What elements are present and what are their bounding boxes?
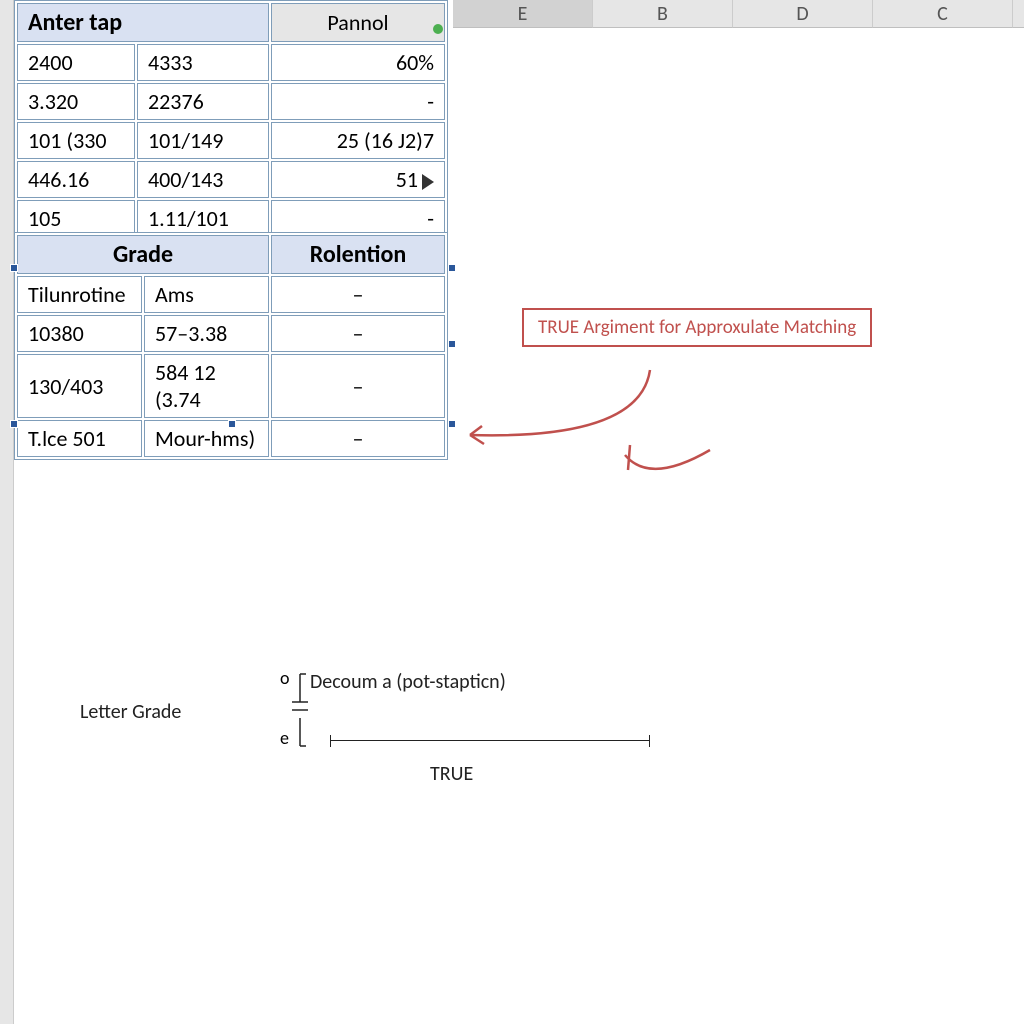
decoum-label: Decoum a (pot-stapticn) xyxy=(310,670,506,694)
table-row[interactable]: 2400 4333 60% xyxy=(17,44,445,81)
cell[interactable]: 400/143 xyxy=(137,161,269,198)
annotation-callout: TRUE Argiment for Approxulate Matching xyxy=(522,308,872,347)
selection-handle-icon[interactable] xyxy=(448,340,456,348)
cell[interactable]: 101/149 xyxy=(137,122,269,159)
range-line-icon xyxy=(330,740,650,741)
cell[interactable]: – xyxy=(271,354,445,418)
table1-header-pannol: Pannol xyxy=(271,3,445,42)
o-label: o xyxy=(280,667,290,689)
cell[interactable]: 2400 xyxy=(17,44,135,81)
column-header-b[interactable]: B xyxy=(593,0,733,28)
cell[interactable]: 3.320 xyxy=(17,83,135,120)
cell[interactable]: – xyxy=(271,276,445,313)
table-row[interactable]: 3.320 22376 - xyxy=(17,83,445,120)
selection-handle-icon[interactable] xyxy=(448,264,456,272)
table-row[interactable]: 130/403 584 12 (3.74 – xyxy=(17,354,445,418)
table-row[interactable]: Tilunrotine Ams – xyxy=(17,276,445,313)
selection-handle-icon[interactable] xyxy=(228,420,236,428)
cell[interactable]: 57–3.38 xyxy=(144,315,269,352)
column-header-d[interactable]: D xyxy=(733,0,873,28)
cell[interactable]: – xyxy=(271,420,445,457)
selection-handle-icon[interactable] xyxy=(10,264,18,272)
cell[interactable]: - xyxy=(271,83,445,120)
column-header-c[interactable]: C xyxy=(873,0,1013,28)
selection-handle-icon[interactable] xyxy=(10,420,18,428)
table2-header-grade: Grade xyxy=(17,235,269,274)
cell[interactable]: 22376 xyxy=(137,83,269,120)
table-row[interactable]: 446.16 400/143 51 xyxy=(17,161,445,198)
cell[interactable]: 584 12 (3.74 xyxy=(144,354,269,418)
cell[interactable]: T.lce 501 xyxy=(17,420,142,457)
data-table-1[interactable]: Anter tap Pannol 2400 4333 60% 3.320 223… xyxy=(14,0,448,240)
cell[interactable]: 51 xyxy=(271,161,445,198)
play-icon xyxy=(422,174,434,190)
table-row[interactable]: 10380 57–3.38 – xyxy=(17,315,445,352)
cell-comment-indicator-icon[interactable] xyxy=(433,24,443,34)
cell[interactable]: 130/403 xyxy=(17,354,142,418)
cell[interactable]: Tilunrotine xyxy=(17,276,142,313)
brace-icon: o e xyxy=(280,666,320,756)
letter-grade-label: Letter Grade xyxy=(80,700,181,724)
cell[interactable]: – xyxy=(271,315,445,352)
table-row[interactable]: 101 (330 101/149 25 (16 J2)7 xyxy=(17,122,445,159)
e-label: e xyxy=(280,727,289,749)
row-gutter xyxy=(0,0,14,1024)
true-label: TRUE xyxy=(430,762,473,786)
cell[interactable]: 10380 xyxy=(17,315,142,352)
column-header-k[interactable]: K xyxy=(1013,0,1024,28)
cell[interactable]: 4333 xyxy=(137,44,269,81)
cell[interactable]: 101 (330 xyxy=(17,122,135,159)
cell[interactable]: Mour-hms) xyxy=(144,420,269,457)
table1-header-antertap: Anter tap xyxy=(17,3,269,42)
cell[interactable]: 25 (16 J2)7 xyxy=(271,122,445,159)
cell[interactable]: 60% xyxy=(271,44,445,81)
cell[interactable]: Ams xyxy=(144,276,269,313)
cell[interactable]: 446.16 xyxy=(17,161,135,198)
table2-header-rolention: Rolention xyxy=(271,235,445,274)
annotation-arrow-icon xyxy=(450,350,750,500)
column-headers: E B D C K xyxy=(453,0,1024,28)
column-header-e[interactable]: E xyxy=(453,0,593,28)
